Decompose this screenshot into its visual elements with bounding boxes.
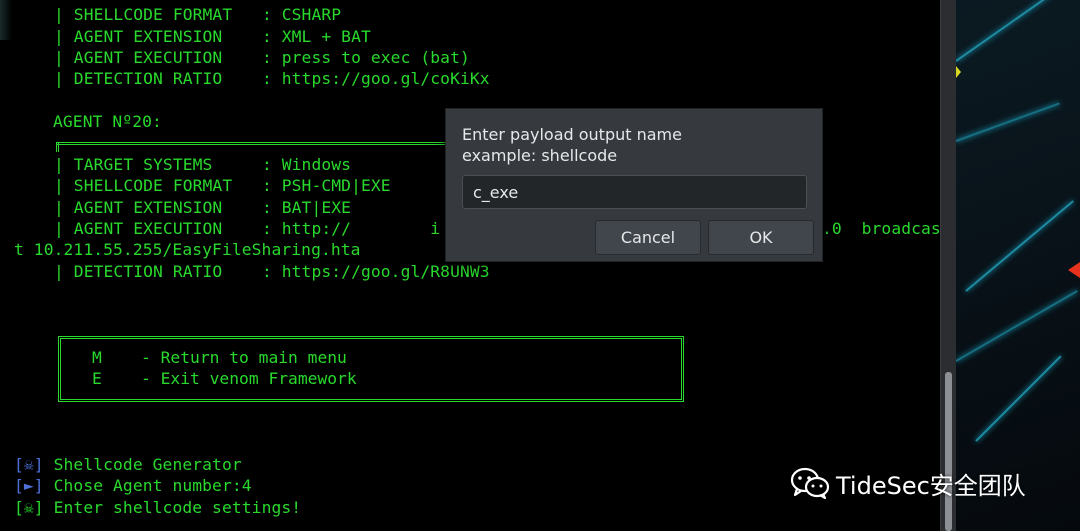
deco-line (956, 290, 1078, 362)
deco-mark (956, 66, 961, 78)
deco-line (975, 355, 1062, 442)
status-line: [☠] Enter shellcode settings! (14, 497, 301, 518)
deco-line (956, 0, 1072, 62)
terminal-line: | DETECTION RATIO : https://goo.gl/R8UNW… (54, 262, 490, 281)
terminal-line: t 10.211.55.255/EasyFileSharing.hta (14, 240, 361, 259)
payload-name-dialog: Enter payload output name example: shell… (445, 108, 823, 262)
terminal-line: .0 broadcas (822, 219, 940, 238)
menu-item-exit: E - Exit venom Framework (92, 369, 357, 388)
status-bracket: [☠] (14, 498, 44, 517)
status-line: [☠] Shellcode Generator (14, 454, 242, 475)
terminal-line: | AGENT EXTENSION : XML + BAT (54, 27, 371, 46)
ok-button[interactable]: OK (708, 220, 814, 255)
terminal-window[interactable]: | SHELLCODE FORMAT : CSHARP | AGENT EXTE… (0, 0, 940, 531)
watermark-text: TideSec安全团队 (836, 471, 1026, 500)
status-text: Chose Agent number:4 (43, 476, 252, 495)
status-line: [►] Chose Agent number:4 (14, 475, 252, 496)
agent-header: AGENT Nº20: (53, 112, 162, 131)
terminal-line: | TARGET SYSTEMS : Windows (54, 155, 352, 174)
terminal-line: | SHELLCODE FORMAT : PSH-CMD|EXE (54, 176, 391, 195)
status-bracket: [►] (14, 476, 44, 495)
deco-line (956, 102, 1060, 142)
status-bracket: [☠] (14, 455, 44, 474)
box-corner (56, 142, 59, 152)
cancel-button[interactable]: Cancel (595, 220, 701, 255)
menu-item-main-menu: M - Return to main menu (92, 348, 347, 367)
dialog-prompt: Enter payload output name (462, 125, 682, 144)
terminal-line: | AGENT EXECUTION : http:// i (54, 219, 441, 238)
desktop-background (956, 0, 1080, 531)
terminal-line: | AGENT EXTENSION : BAT|EXE (54, 198, 352, 217)
desktop-edge (0, 0, 12, 40)
red-arrow-icon (1068, 262, 1080, 278)
terminal-scrollbar[interactable] (940, 0, 956, 531)
watermark: TideSec安全团队 (790, 466, 1026, 500)
scrollbar-thumb[interactable] (945, 372, 952, 531)
dialog-example: example: shellcode (462, 146, 618, 165)
deco-line (965, 200, 1074, 292)
terminal-line: | SHELLCODE FORMAT : CSHARP (54, 5, 342, 24)
status-text: Enter shellcode settings! (43, 498, 302, 517)
wechat-icon (790, 467, 830, 499)
terminal-line: | DETECTION RATIO : https://goo.gl/coKiK… (54, 69, 490, 88)
terminal-line: | AGENT EXECUTION : press to exec (bat) (54, 48, 470, 67)
payload-name-input[interactable] (462, 175, 807, 209)
box-top-border (56, 142, 446, 145)
status-text: Shellcode Generator (43, 455, 242, 474)
